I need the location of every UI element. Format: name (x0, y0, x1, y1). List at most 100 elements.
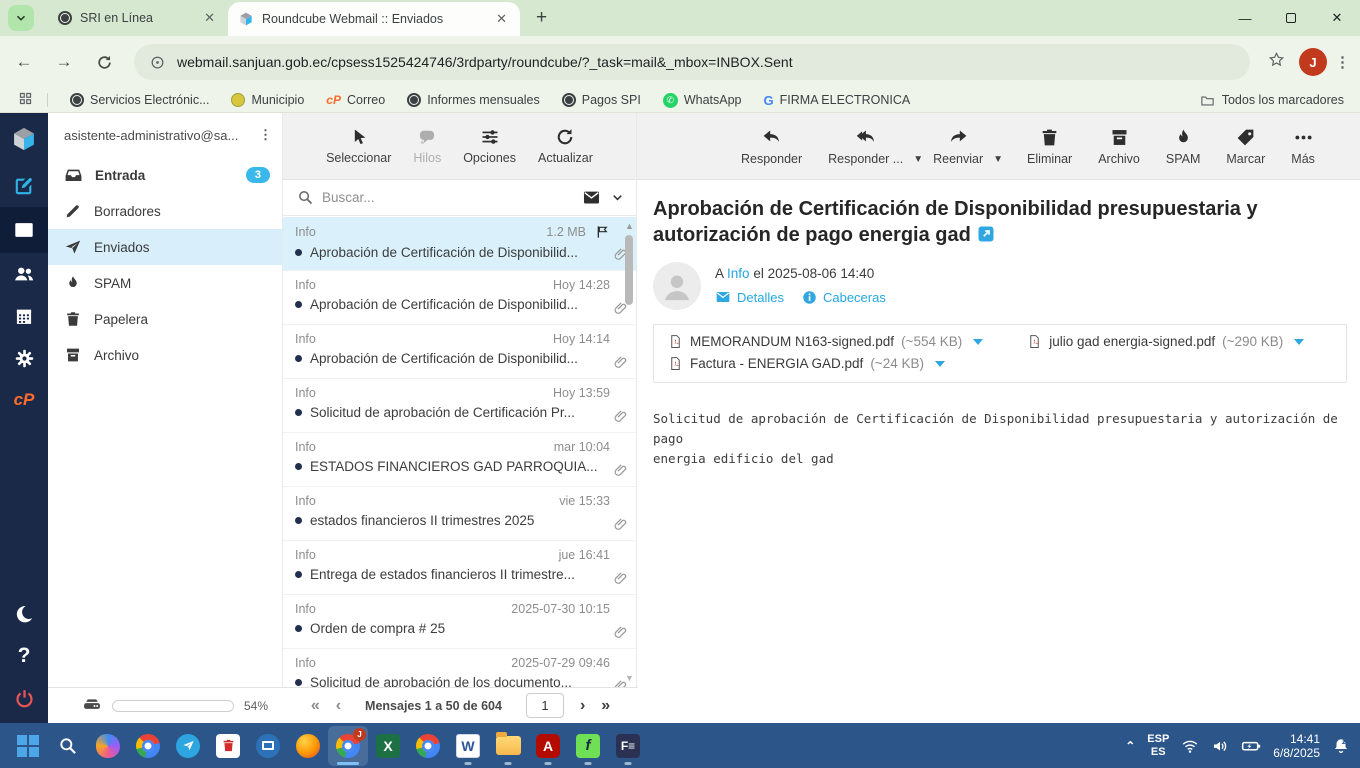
attachment-menu-icon[interactable] (934, 360, 945, 367)
reply-button[interactable]: Responder (741, 127, 802, 166)
first-page-icon[interactable]: « (311, 697, 320, 715)
forward-button[interactable]: → (48, 46, 80, 78)
app-f-dark-button[interactable]: F≡ (608, 726, 648, 766)
firefox-button[interactable] (288, 726, 328, 766)
list-item[interactable]: Info Hoy 14:14 Aprobación de Certificació… (283, 325, 636, 379)
tab-sri[interactable]: SRI en Línea ✕ (48, 1, 228, 35)
reply-all-button[interactable]: Responder ... (828, 127, 903, 166)
search-scope-mail-icon[interactable] (582, 188, 601, 207)
list-item[interactable]: Info vie 15:33 estados financieros II tri… (283, 487, 636, 541)
tab-close-icon[interactable]: ✕ (201, 10, 218, 26)
acrobat-button[interactable]: A (528, 726, 568, 766)
list-item[interactable]: Info 2025-07-30 10:15 Orden de compra # 2… (283, 595, 636, 649)
bookmark-municipio[interactable]: Municipio (231, 93, 304, 107)
list-item[interactable]: Info 1.2 MB Aprobación de Certificación d… (283, 217, 636, 271)
logout-button[interactable] (0, 677, 48, 719)
folder-archivo[interactable]: Archivo (48, 337, 282, 373)
recycle-app-button[interactable] (208, 726, 248, 766)
folder-borradores[interactable]: Borradores (48, 193, 282, 229)
spam-button[interactable]: SPAM (1166, 127, 1200, 166)
telegram-button[interactable] (168, 726, 208, 766)
scroll-up-icon[interactable]: ▲ (625, 221, 634, 231)
folder-papelera[interactable]: Papelera (48, 301, 282, 337)
folder-spam[interactable]: SPAM (48, 265, 282, 301)
reply-all-caret-icon[interactable]: ▼ (913, 154, 923, 165)
page-number-input[interactable]: 1 (525, 693, 564, 718)
tab-close-icon[interactable]: ✕ (493, 11, 510, 27)
delete-button[interactable]: Eliminar (1027, 127, 1072, 166)
chrome-active-button[interactable]: J (328, 725, 368, 766)
next-page-icon[interactable]: › (580, 697, 585, 715)
volume-icon[interactable] (1211, 737, 1229, 755)
apps-grid-icon[interactable] (18, 91, 33, 109)
taskbar-search-button[interactable] (48, 726, 88, 766)
attachment-item[interactable]: MEMORANDUM N163-signed.pdf (~554 KB) (668, 334, 984, 349)
bookmark-whatsapp[interactable]: ✆ WhatsApp (662, 92, 742, 108)
all-bookmarks-button[interactable]: Todos los marcadores (1200, 93, 1344, 108)
threads-button[interactable]: Hilos (413, 127, 441, 165)
copilot-button[interactable] (88, 726, 128, 766)
list-item[interactable]: Info mar 10:04 ESTADOS FINANCIEROS GAD PA… (283, 433, 636, 487)
rail-cpanel-link[interactable]: cP (0, 379, 48, 421)
select-button[interactable]: Seleccionar (326, 127, 391, 165)
wifi-icon[interactable] (1181, 737, 1199, 755)
folder-entrada[interactable]: Entrada 3 (48, 157, 282, 193)
bookmark-correo[interactable]: cP Correo (326, 93, 385, 107)
headers-toggle[interactable]: Cabeceras (802, 290, 886, 305)
address-bar[interactable]: webmail.sanjuan.gob.ec/cpsess1525424746/… (134, 44, 1250, 80)
list-item[interactable]: Info 2025-07-29 09:46 Solicitud de aproba… (283, 649, 636, 687)
list-item[interactable]: Info Hoy 13:59 Solicitud de aprobación de… (283, 379, 636, 433)
clock[interactable]: 14:41 6/8/2025 (1273, 732, 1320, 760)
archive-button[interactable]: Archivo (1098, 127, 1140, 166)
reload-button[interactable] (88, 46, 120, 78)
rail-calendar-tab[interactable] (0, 295, 48, 337)
more-button[interactable]: Más (1291, 127, 1315, 166)
rail-contacts-tab[interactable] (0, 253, 48, 295)
bookmark-firma[interactable]: G FIRMA ELECTRONICA (764, 93, 911, 108)
bookmark-star-icon[interactable] (1268, 51, 1285, 73)
excel-button[interactable]: X (368, 726, 408, 766)
language-indicator[interactable]: ESP ES (1147, 733, 1169, 759)
app-f-green-button[interactable]: f (568, 726, 608, 766)
dark-mode-button[interactable] (0, 593, 48, 635)
scrollbar-thumb[interactable] (625, 235, 633, 305)
refresh-button[interactable]: Actualizar (538, 127, 593, 165)
bookmark-pagos-spi[interactable]: Pagos SPI (561, 93, 641, 107)
last-page-icon[interactable]: » (601, 697, 610, 715)
attachment-menu-icon[interactable] (1294, 338, 1305, 345)
start-button[interactable] (8, 726, 48, 766)
mark-button[interactable]: Marcar (1226, 127, 1265, 166)
maximize-button[interactable] (1268, 0, 1314, 36)
search-input[interactable] (322, 190, 582, 205)
remote-desktop-button[interactable] (248, 726, 288, 766)
attachment-item[interactable]: julio gad energia-signed.pdf (~290 KB) (1027, 334, 1305, 349)
list-scrollbar[interactable]: ▲ ▼ (623, 221, 635, 683)
rail-settings-tab[interactable] (0, 337, 48, 379)
chrome-button[interactable] (128, 726, 168, 766)
word-button[interactable]: W (448, 726, 488, 766)
site-info-icon[interactable] (150, 55, 165, 70)
back-button[interactable]: ← (8, 46, 40, 78)
prev-page-icon[interactable]: ‹ (336, 697, 341, 715)
tab-search-button[interactable] (8, 5, 34, 31)
scroll-down-icon[interactable]: ▼ (625, 673, 634, 683)
browser-profile-avatar[interactable]: J (1299, 48, 1327, 76)
recipient-link[interactable]: Info (727, 266, 750, 281)
bookmark-servicios[interactable]: Servicios Electrónic... (70, 93, 209, 107)
chrome-profile-button[interactable] (408, 726, 448, 766)
bookmark-informes[interactable]: Informes mensuales (407, 93, 540, 107)
battery-icon[interactable] (1241, 736, 1261, 756)
rail-mail-tab[interactable] (0, 207, 48, 253)
minimize-button[interactable]: — (1222, 0, 1268, 36)
roundcube-logo[interactable] (0, 113, 48, 165)
forward-button[interactable]: Reenviar (933, 127, 983, 166)
folder-enviados[interactable]: Enviados (48, 229, 282, 265)
list-item[interactable]: Info jue 16:41 Entrega de estados financi… (283, 541, 636, 595)
tray-expand-icon[interactable]: ⌃ (1125, 739, 1135, 753)
options-button[interactable]: Opciones (463, 127, 516, 165)
help-button[interactable]: ? (0, 635, 48, 677)
notifications-bell-icon[interactable] (1332, 737, 1350, 755)
tab-roundcube[interactable]: Roundcube Webmail :: Enviados ✕ (228, 2, 520, 36)
forward-caret-icon[interactable]: ▼ (993, 154, 1003, 165)
file-explorer-button[interactable] (488, 726, 528, 766)
